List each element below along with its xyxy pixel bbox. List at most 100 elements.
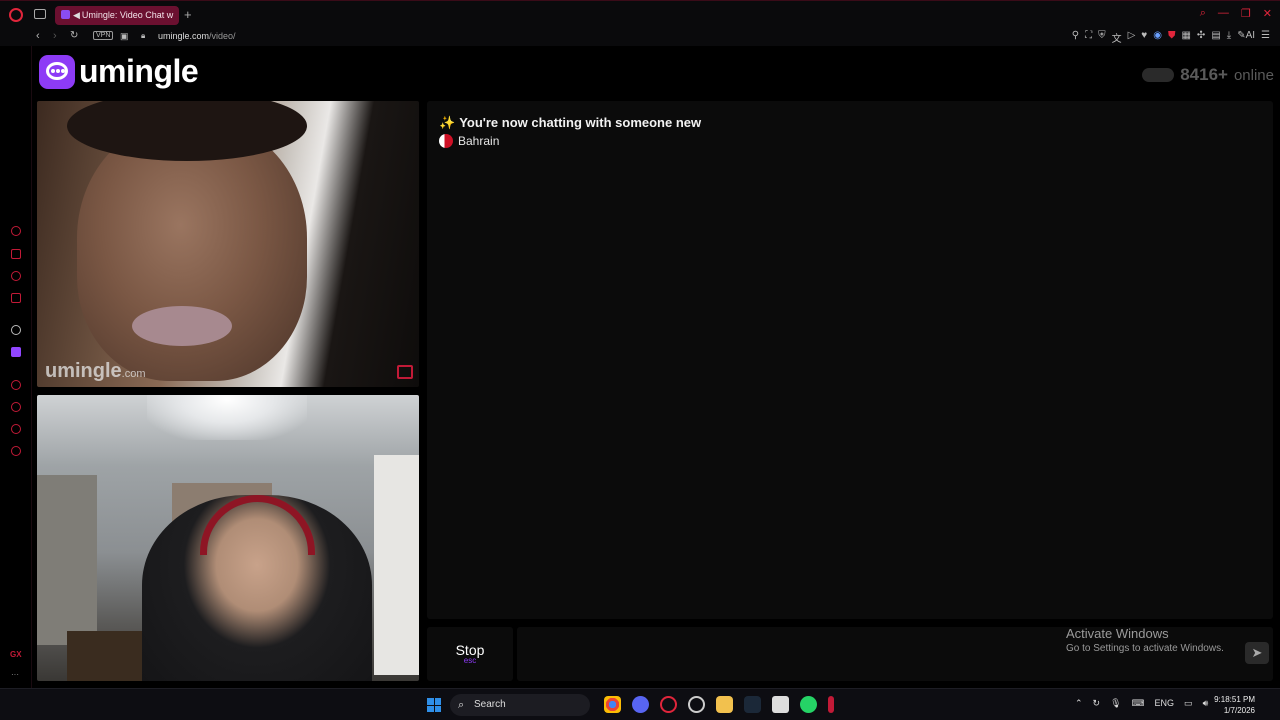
vpn-icon[interactable]: ◉: [1153, 30, 1162, 45]
umingle-logo-icon[interactable]: [39, 55, 75, 89]
lock-icon[interactable]: 🔒︎: [141, 31, 145, 41]
pin-icon[interactable]: ⚲: [1072, 30, 1079, 45]
menu-icon[interactable]: ☰: [1261, 30, 1270, 45]
wallet-icon[interactable]: ▤: [1211, 30, 1220, 45]
search-icon: ⌕: [458, 699, 465, 711]
taskbar-apps: [604, 696, 834, 713]
minimize-icon[interactable]: —: [1218, 7, 1229, 20]
puzzle-icon[interactable]: ✣: [1197, 30, 1205, 45]
activate-windows-watermark: Activate Windows Go to Settings to activ…: [1066, 626, 1224, 654]
settings-icon[interactable]: [11, 446, 21, 456]
online-indicator: 8416+ online: [1142, 65, 1274, 85]
stranger-video: umingle.com: [37, 101, 419, 387]
taskbar-search[interactable]: ⌕ Search: [450, 694, 590, 716]
opera-menu-icon[interactable]: [9, 8, 23, 22]
flow-icon[interactable]: [11, 380, 21, 390]
chatgpt-app-icon[interactable]: [688, 696, 705, 713]
capcut-icon[interactable]: [772, 696, 789, 713]
workspaces-icon[interactable]: [34, 9, 46, 19]
bahrain-flag-icon: [439, 134, 453, 148]
language-indicator[interactable]: ENG: [1155, 698, 1175, 709]
shield-icon[interactable]: ⛨: [1098, 30, 1106, 45]
opera-gx-icon[interactable]: [660, 696, 677, 713]
video-watermark: umingle.com: [45, 360, 146, 383]
heart-icon[interactable]: ♥: [1141, 30, 1147, 45]
browser-tab-bar: ◀ Umingle: Video Chat w + ⌕ — ❐ ✕: [0, 0, 1280, 28]
more-icon[interactable]: ···: [11, 670, 19, 679]
report-flag-icon[interactable]: [397, 365, 413, 379]
discord-icon[interactable]: [632, 696, 649, 713]
keyboard-icon[interactable]: ⌨: [1132, 698, 1145, 709]
stop-button[interactable]: Stop esc: [427, 627, 513, 681]
theme-toggle[interactable]: [1142, 68, 1175, 82]
close-icon[interactable]: ✕: [1263, 7, 1272, 20]
windows-start-icon[interactable]: [427, 698, 441, 712]
app-icon[interactable]: [828, 696, 834, 713]
music-icon[interactable]: [11, 293, 21, 303]
whatsapp-icon[interactable]: [800, 696, 817, 713]
url-field[interactable]: umingle.com/video/: [158, 31, 236, 41]
ai-button[interactable]: ✎AI: [1237, 30, 1255, 45]
search-label: Search: [474, 699, 506, 710]
back-icon[interactable]: ‹: [36, 30, 40, 42]
history-icon[interactable]: [11, 402, 21, 412]
apps-icon[interactable]: ▦: [1181, 30, 1190, 45]
sync-icon[interactable]: ↻: [1093, 698, 1101, 709]
extensions-toolbar: ⚲ ⛶ ⛨ 文 ▷ ♥ ◉ ⛊ ▦ ✣ ▤ ⤓ ✎AI ☰: [1072, 30, 1270, 45]
brave-icon[interactable]: ⛊: [1168, 30, 1176, 45]
reload-icon[interactable]: ↻: [70, 30, 78, 41]
chrome-icon[interactable]: [604, 696, 621, 713]
volume-icon[interactable]: 🔊︎: [1203, 698, 1209, 709]
maximize-icon[interactable]: ❐: [1241, 7, 1251, 20]
search-tabs-icon[interactable]: ⌕: [1200, 7, 1206, 20]
online-count: 8416+: [1180, 65, 1228, 84]
tab-title: Umingle: Video Chat w: [81, 10, 174, 20]
microphone-icon[interactable]: 🎙︎: [1110, 698, 1121, 709]
twitch-icon[interactable]: [11, 347, 21, 357]
send-button[interactable]: ➤: [1245, 642, 1269, 664]
instagram-icon[interactable]: [11, 271, 21, 281]
translate-icon[interactable]: 文: [1112, 30, 1122, 45]
stranger-mouth: [132, 306, 232, 346]
windows-taskbar: ⌕ Search ⌃ ↻ 🎙︎ ⌨ ENG ▭ 🔊︎ 9:18:51 PM 1/7…: [0, 688, 1280, 720]
steam-icon[interactable]: [744, 696, 761, 713]
system-message-text: You're now chatting with someone new: [459, 115, 702, 130]
chatgpt-icon[interactable]: [11, 325, 21, 335]
clock-time: 9:18:51 PM: [1214, 695, 1255, 704]
messenger-icon[interactable]: [11, 226, 21, 236]
tab-umingle[interactable]: ◀ Umingle: Video Chat w: [55, 6, 179, 25]
taskbar-clock[interactable]: 9:18:51 PM 1/7/2026: [1214, 694, 1255, 716]
extensions-sidebar-icon[interactable]: [11, 424, 21, 434]
send-icon: ➤: [1251, 645, 1263, 660]
tray-chevron-icon[interactable]: ⌃: [1075, 698, 1083, 709]
network-icon[interactable]: ▭: [1184, 698, 1193, 709]
watermark-suffix: .com: [121, 368, 146, 380]
forward-icon[interactable]: ›: [53, 30, 57, 42]
window-controls: ⌕ — ❐ ✕: [1200, 7, 1272, 20]
watermark-main: umingle: [45, 360, 122, 382]
play-icon[interactable]: ▷: [1128, 30, 1136, 45]
country-name: Bahrain: [458, 134, 500, 148]
stranger-country: Bahrain: [439, 134, 499, 148]
speaker-icon[interactable]: ◀: [73, 10, 80, 20]
gx-icon[interactable]: GX: [10, 650, 22, 659]
system-message: ✨ You're now chatting with someone new: [439, 115, 701, 131]
download-icon[interactable]: ⤓: [1227, 30, 1231, 45]
url-path: /video/: [209, 31, 236, 41]
logo-dot: [56, 69, 60, 73]
logo-dot: [61, 69, 65, 73]
sparkles-icon: ✨: [439, 115, 456, 130]
address-bar: ‹ › ↻ VPN ▣ 🔒︎ umingle.com/video/ ⚲ ⛶ ⛨ …: [0, 28, 1280, 46]
player-icon[interactable]: [11, 249, 21, 259]
activate-title: Activate Windows: [1066, 626, 1169, 641]
umingle-favicon-icon: [61, 10, 70, 19]
file-explorer-icon[interactable]: [716, 696, 733, 713]
camera-icon[interactable]: ▣: [120, 31, 129, 42]
snapshot-icon[interactable]: ⛶: [1085, 30, 1092, 45]
site-logo-text[interactable]: umingle: [79, 53, 199, 90]
url-host: umingle.com: [158, 31, 210, 41]
umingle-page: umingle 8416+ online umingle.com ✨ You're…: [32, 46, 1280, 688]
vpn-badge[interactable]: VPN: [93, 31, 114, 40]
new-tab-button[interactable]: +: [184, 7, 192, 22]
system-tray: ⌃ ↻ 🎙︎ ⌨ ENG ▭ 🔊︎: [1075, 698, 1208, 709]
